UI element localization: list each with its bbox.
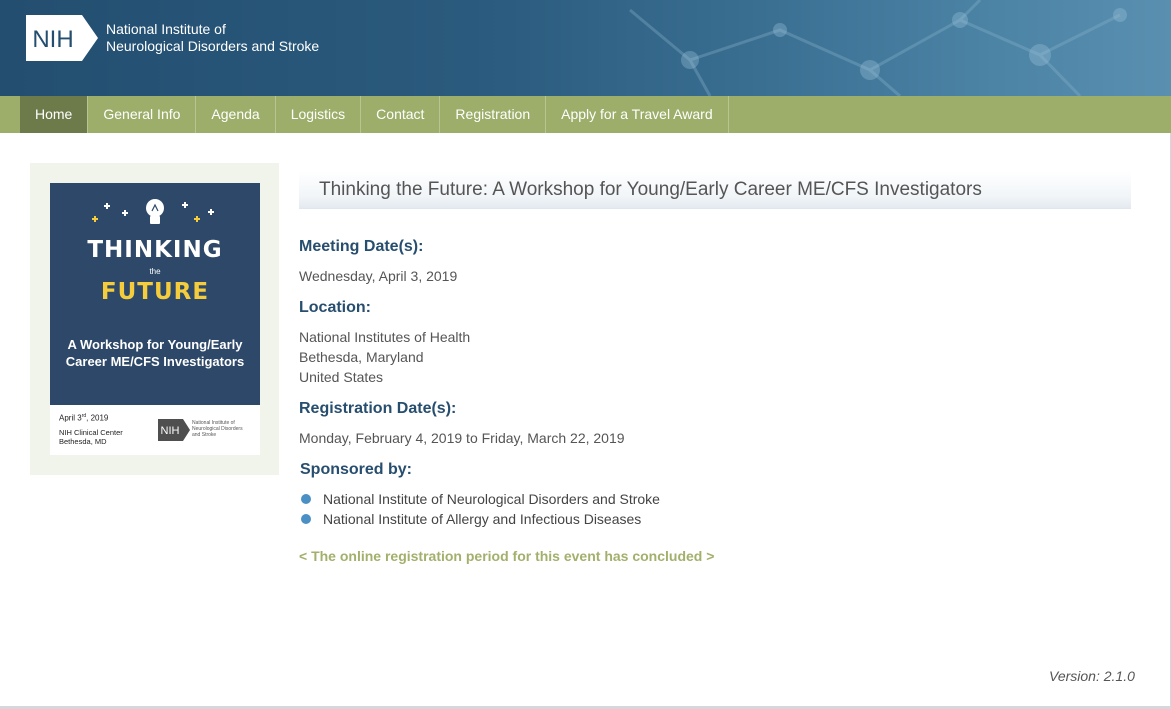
sponsor-item: National Institute of Neurological Disor… bbox=[300, 489, 660, 509]
main-nav: Home General Info Agenda Logistics Conta… bbox=[0, 96, 1171, 133]
poster-venue: NIH Clinical Center Bethesda, MD bbox=[59, 428, 123, 446]
page-title-bar: Thinking the Future: A Workshop for Youn… bbox=[299, 171, 1131, 209]
sponsor-list: National Institute of Neurological Disor… bbox=[300, 489, 660, 529]
poster-title-thinking: THINKING bbox=[87, 237, 223, 263]
poster-top: THINKING the FUTURE A Workshop for Young… bbox=[50, 183, 260, 405]
poster-nih-logo: NIH bbox=[158, 419, 190, 441]
meeting-date-label: Meeting Date(s): bbox=[299, 238, 424, 255]
poster-title-the: the bbox=[149, 267, 161, 276]
location-label: Location: bbox=[299, 299, 371, 316]
meeting-date-value: Wednesday, April 3, 2019 bbox=[299, 268, 458, 284]
org-name[interactable]: National Institute of Neurological Disor… bbox=[106, 21, 319, 55]
location-line: United States bbox=[299, 369, 384, 385]
poster-subtitle-line2: Career ME/CFS Investigators bbox=[65, 354, 245, 369]
poster-title-future: FUTURE bbox=[100, 279, 210, 305]
svg-text:NIH: NIH bbox=[161, 425, 180, 437]
location-line: National Institutes of Health bbox=[299, 329, 471, 345]
registration-concluded-notice: < The online registration period for thi… bbox=[299, 548, 715, 564]
sponsor-item: National Institute of Allergy and Infect… bbox=[300, 509, 660, 529]
nav-general-info[interactable]: General Info bbox=[88, 96, 197, 133]
org-name-line2: Neurological Disorders and Stroke bbox=[106, 38, 320, 54]
sponsored-by-label: Sponsored by: bbox=[300, 461, 413, 478]
location-value: National Institutes of Health Bethesda, … bbox=[299, 327, 470, 387]
nav-agenda[interactable]: Agenda bbox=[196, 96, 276, 133]
nav-travel-award[interactable]: Apply for a Travel Award bbox=[546, 96, 729, 133]
registration-date-value: Monday, February 4, 2019 to Friday, Marc… bbox=[299, 430, 625, 446]
registration-date-label: Registration Date(s): bbox=[299, 400, 457, 417]
network-graphic bbox=[629, 0, 1127, 96]
nih-logo[interactable]: NIH bbox=[26, 15, 98, 61]
poster-subtitle-line1: A Workshop for Young/Early bbox=[67, 337, 243, 352]
poster-subtitle: A Workshop for Young/Early Career ME/CFS… bbox=[56, 336, 254, 370]
sidebar-panel: THINKING the FUTURE A Workshop for Young… bbox=[30, 163, 279, 475]
nav-registration[interactable]: Registration bbox=[440, 96, 547, 133]
location-line: Bethesda, Maryland bbox=[299, 349, 424, 365]
poster-nih-text: National Institute of Neurological Disor… bbox=[192, 420, 243, 438]
nav-logistics[interactable]: Logistics bbox=[276, 96, 362, 133]
nav-contact[interactable]: Contact bbox=[361, 96, 441, 133]
event-poster: THINKING the FUTURE A Workshop for Young… bbox=[50, 183, 260, 455]
lightbulb-icon bbox=[92, 199, 214, 224]
logo-text: NIH bbox=[32, 26, 73, 53]
org-name-line1: National Institute of bbox=[106, 21, 226, 37]
poster-date: April 3rd, 2019 bbox=[59, 413, 109, 423]
header-banner: NIH National Institute of Neurological D… bbox=[0, 0, 1171, 96]
page: NIH National Institute of Neurological D… bbox=[0, 0, 1171, 709]
page-title: Thinking the Future: A Workshop for Youn… bbox=[319, 179, 982, 200]
nav-home[interactable]: Home bbox=[20, 96, 89, 133]
version-label: Version: 2.1.0 bbox=[1049, 668, 1135, 684]
